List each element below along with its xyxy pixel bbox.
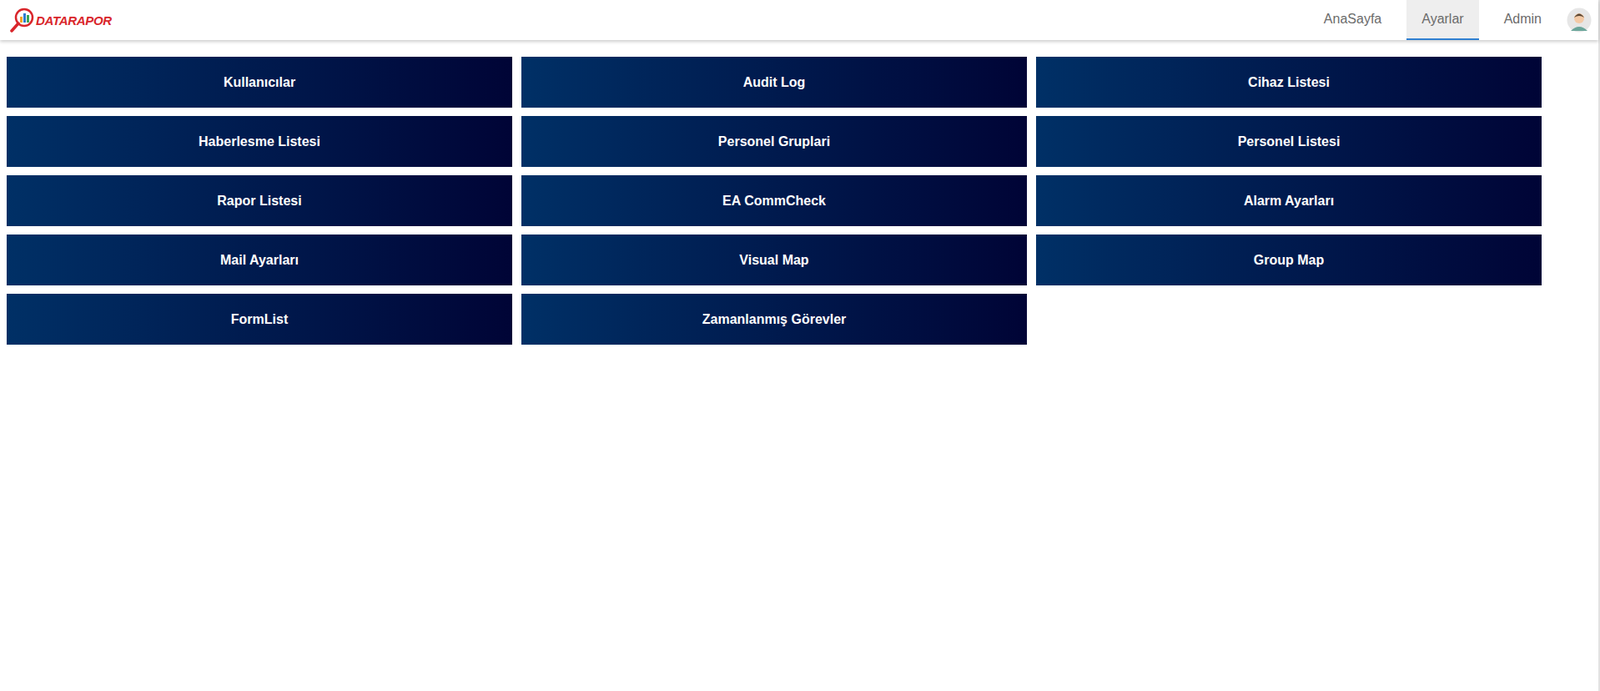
magnifier-chart-icon [10,7,36,33]
settings-tile[interactable]: Group Map [1036,234,1542,286]
logo[interactable]: DATARAPOR [10,0,112,41]
settings-tile[interactable]: Rapor Listesi [6,175,513,227]
settings-tile[interactable]: Mail Ayarları [6,234,513,286]
settings-tile[interactable]: Kullanıcılar [6,56,513,108]
settings-grid: KullanıcılarAudit LogCihaz Listesi Haberl… [0,40,1599,362]
settings-tile[interactable]: Zamanlanmış Görevler [521,293,1027,345]
settings-tile[interactable]: EA CommCheck [521,175,1027,227]
settings-tile[interactable]: Personel Gruplari [521,115,1027,167]
nav-item[interactable]: Ayarlar [1406,0,1479,41]
settings-tile[interactable]: Alarm Ayarları [1036,175,1542,227]
settings-page: DATARAPOR AnaSayfaAyarlarAdmin Kullanıcı… [0,0,1600,691]
logo-text: DATARAPOR [35,13,112,28]
settings-tile[interactable]: Cihaz Listesi [1036,56,1542,108]
nav-item[interactable]: AnaSayfa [1308,0,1397,41]
nav-item[interactable]: Admin [1489,0,1557,41]
settings-tile[interactable]: FormList [6,293,513,345]
avatar-icon[interactable] [1566,0,1592,41]
main-nav: AnaSayfaAyarlarAdmin [1298,0,1592,41]
settings-tile[interactable]: Haberlesme Listesi [6,115,513,167]
settings-tile[interactable]: Audit Log [521,56,1027,108]
settings-tile[interactable]: Personel Listesi [1036,115,1542,167]
settings-tile[interactable]: Visual Map [521,234,1027,286]
top-bar: DATARAPOR AnaSayfaAyarlarAdmin [0,0,1599,41]
